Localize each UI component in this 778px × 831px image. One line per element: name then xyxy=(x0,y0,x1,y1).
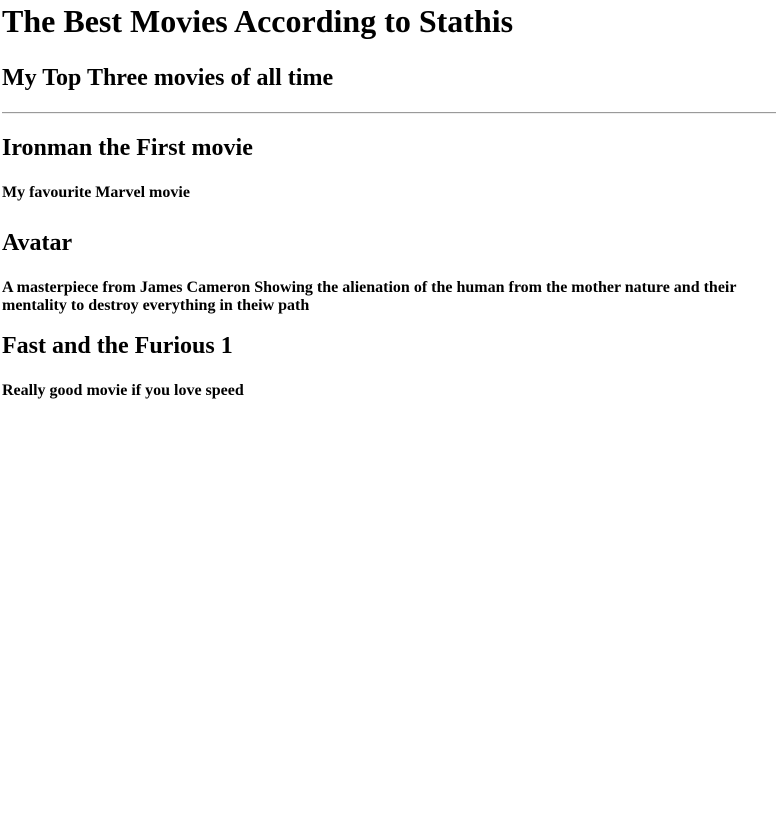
movie-entry-ironman: Ironman the First movie My favourite Mar… xyxy=(2,134,776,202)
divider xyxy=(2,112,776,114)
page-title: The Best Movies According to Stathis xyxy=(2,3,514,39)
movie-entry-avatar: Avatar A masterpiece from James Cameron … xyxy=(2,229,776,315)
movie-title: Ironman the First movie xyxy=(2,135,253,161)
page-subtitle: My Top Three movies of all time xyxy=(2,65,334,91)
movie-title: Fast and the Furious 1 xyxy=(2,333,233,359)
movie-description: My favourite Marvel movie xyxy=(2,184,190,201)
movie-description: Really good movie if you love speed xyxy=(2,382,244,399)
movie-title: Avatar xyxy=(2,230,73,256)
movie-description: A masterpiece from James Cameron Showing… xyxy=(2,279,737,314)
movie-entry-fast-and-furious: Fast and the Furious 1 Really good movie… xyxy=(2,332,776,400)
